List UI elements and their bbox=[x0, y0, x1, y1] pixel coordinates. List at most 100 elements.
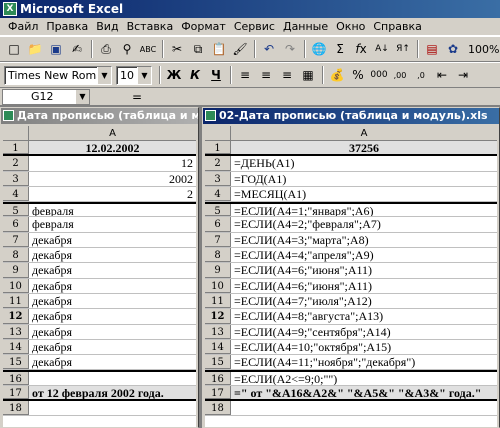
menu-view[interactable]: Вид bbox=[92, 20, 122, 33]
cell[interactable]: =ЕСЛИ(A4=7;"июля";A12) bbox=[231, 294, 497, 308]
font-name-select[interactable]: Times New Roman ▼ bbox=[4, 65, 112, 85]
row-header[interactable]: 11 bbox=[3, 293, 29, 309]
chevron-down-icon[interactable]: ▼ bbox=[137, 66, 151, 84]
cell[interactable]: =ЕСЛИ(A4=11;"ноября";"декабря") bbox=[231, 355, 497, 369]
spelling-icon[interactable]: ABC bbox=[138, 39, 158, 59]
chart-wizard-icon[interactable]: ▤ bbox=[422, 39, 442, 59]
row-header[interactable]: 8 bbox=[3, 248, 29, 263]
bold-button[interactable]: Ж bbox=[164, 65, 184, 85]
row-header[interactable]: 18 bbox=[205, 401, 231, 416]
row-header[interactable]: 13 bbox=[3, 324, 29, 339]
redo-icon[interactable]: ↷ bbox=[280, 39, 300, 59]
cell[interactable]: декабря bbox=[29, 233, 196, 247]
autosum-icon[interactable]: Σ bbox=[330, 39, 350, 59]
cell[interactable]: =ЕСЛИ(A4=1;"января";A6) bbox=[231, 204, 497, 216]
undo-icon[interactable]: ↶ bbox=[259, 39, 279, 59]
cell[interactable]: =ЕСЛИ(A4=9;"сентября";A14) bbox=[231, 325, 497, 339]
cell[interactable]: =ЕСЛИ(A4=2;"февраля";A7) bbox=[231, 217, 497, 231]
column-header-a[interactable]: A bbox=[29, 126, 196, 140]
row-header[interactable]: 8 bbox=[205, 248, 231, 263]
column-header-a[interactable]: A bbox=[231, 126, 497, 140]
row-header[interactable]: 5 bbox=[3, 204, 29, 217]
formula-equals-icon[interactable]: = bbox=[132, 90, 142, 104]
name-box[interactable]: G12 ▼ bbox=[2, 88, 90, 105]
row-header[interactable]: 2 bbox=[205, 156, 231, 171]
cell[interactable]: =ЕСЛИ(A4=8;"августа";A13) bbox=[231, 309, 497, 323]
row-header[interactable]: 12 bbox=[205, 309, 231, 324]
drawing-icon[interactable]: ✿ bbox=[443, 39, 463, 59]
cell[interactable]: декабря bbox=[29, 279, 196, 293]
currency-icon[interactable]: 💰 bbox=[327, 65, 347, 85]
align-left-icon[interactable]: ≡ bbox=[235, 65, 255, 85]
row-header[interactable]: 10 bbox=[205, 278, 231, 293]
cut-icon[interactable]: ✂ bbox=[167, 39, 187, 59]
row-header[interactable]: 9 bbox=[3, 263, 29, 278]
cell[interactable]: =ЕСЛИ(A4=3;"марта";A8) bbox=[231, 233, 497, 247]
cell[interactable]: декабря bbox=[29, 340, 196, 354]
underline-button[interactable]: Ч bbox=[206, 65, 226, 85]
row-header[interactable]: 15 bbox=[205, 355, 231, 370]
decrease-indent-icon[interactable]: ⇤ bbox=[432, 65, 452, 85]
row-header[interactable]: 6 bbox=[3, 217, 29, 232]
row-header[interactable]: 14 bbox=[3, 339, 29, 355]
cell[interactable]: декабря bbox=[29, 294, 196, 308]
row-header[interactable]: 9 bbox=[205, 263, 231, 278]
row-header[interactable]: 17 bbox=[3, 385, 29, 400]
cell[interactable]: =" от "&A16&A2&" "&A5&" "&A3&" года." bbox=[231, 385, 497, 400]
cell[interactable]: от 12 февраля 2002 года. bbox=[29, 385, 196, 400]
cell[interactable] bbox=[29, 372, 196, 384]
zoom-value[interactable]: 100% bbox=[468, 43, 499, 56]
chevron-down-icon[interactable]: ▼ bbox=[76, 89, 89, 104]
align-right-icon[interactable]: ≡ bbox=[277, 65, 297, 85]
row-header[interactable]: 15 bbox=[3, 355, 29, 370]
menu-format[interactable]: Формат bbox=[177, 20, 230, 33]
row-header[interactable]: 14 bbox=[205, 339, 231, 355]
open-icon[interactable]: 📁 bbox=[25, 39, 45, 59]
row-header[interactable]: 7 bbox=[205, 232, 231, 248]
sort-descending-icon[interactable]: Я↑ bbox=[393, 39, 413, 59]
cell[interactable]: =ЕСЛИ(A4=4;"апреля";A9) bbox=[231, 248, 497, 262]
right-sheet-grid[interactable]: A 1 37256 2 =ДЕНЬ(A1) 3 =ГОД(A1) 4 =МЕСЯЦ(A1) 5 =… bbox=[205, 126, 497, 427]
align-center-icon[interactable]: ≡ bbox=[256, 65, 276, 85]
hyperlink-icon[interactable]: 🌐 bbox=[309, 39, 329, 59]
cell[interactable] bbox=[29, 401, 196, 415]
increase-indent-icon[interactable]: ⇥ bbox=[453, 65, 473, 85]
row-header[interactable]: 6 bbox=[205, 217, 231, 232]
cell[interactable]: =ЕСЛИ(A4=6;"июня";A11) bbox=[231, 279, 497, 293]
cell[interactable]: 2002 bbox=[29, 172, 196, 186]
cell[interactable]: февраля bbox=[29, 217, 196, 231]
new-icon[interactable]: □ bbox=[4, 39, 24, 59]
chevron-down-icon[interactable]: ▼ bbox=[97, 66, 111, 84]
cell[interactable]: =ДЕНЬ(A1) bbox=[231, 156, 497, 170]
cell[interactable]: декабря bbox=[29, 309, 196, 323]
cell[interactable]: 2 bbox=[29, 187, 196, 201]
menu-edit[interactable]: Правка bbox=[42, 20, 92, 33]
row-header[interactable]: 10 bbox=[3, 278, 29, 293]
permission-icon[interactable]: ✍ bbox=[67, 39, 87, 59]
row-header[interactable]: 4 bbox=[205, 186, 231, 202]
cell[interactable]: =МЕСЯЦ(A1) bbox=[231, 187, 497, 201]
format-painter-icon[interactable]: 🖌 bbox=[230, 39, 250, 59]
cell[interactable]: 12.02.2002 bbox=[29, 141, 196, 155]
row-header[interactable]: 7 bbox=[3, 232, 29, 248]
cell[interactable]: февраля bbox=[29, 204, 196, 216]
cell[interactable] bbox=[231, 401, 497, 415]
cell[interactable]: 12 bbox=[29, 156, 196, 170]
sort-ascending-icon[interactable]: A↓ bbox=[372, 39, 392, 59]
left-window-titlebar[interactable]: Дата прописью (таблица и мо bbox=[1, 108, 198, 124]
right-workbook-window[interactable]: 02-Дата прописью (таблица и модуль).xls … bbox=[202, 107, 500, 428]
save-icon[interactable]: ▣ bbox=[46, 39, 66, 59]
left-sheet-grid[interactable]: A 1 12.02.2002 2 12 3 2002 4 2 5 февраля 6 февраля 7… bbox=[3, 126, 196, 427]
cell[interactable]: =ЕСЛИ(A4=6;"июня";A11) bbox=[231, 263, 497, 277]
paste-icon[interactable]: 📋 bbox=[209, 39, 229, 59]
cell[interactable]: =ЕСЛИ(A2<=9;0;"") bbox=[231, 372, 497, 384]
row-header[interactable]: 2 bbox=[3, 156, 29, 171]
select-all-corner[interactable] bbox=[3, 126, 29, 141]
percent-icon[interactable]: % bbox=[348, 65, 368, 85]
row-header[interactable]: 17 bbox=[205, 385, 231, 400]
menu-help[interactable]: Справка bbox=[369, 20, 425, 33]
row-header[interactable]: 4 bbox=[3, 186, 29, 202]
row-header[interactable]: 5 bbox=[205, 204, 231, 217]
row-header[interactable]: 1 bbox=[205, 141, 231, 155]
menu-data[interactable]: Данные bbox=[279, 20, 332, 33]
